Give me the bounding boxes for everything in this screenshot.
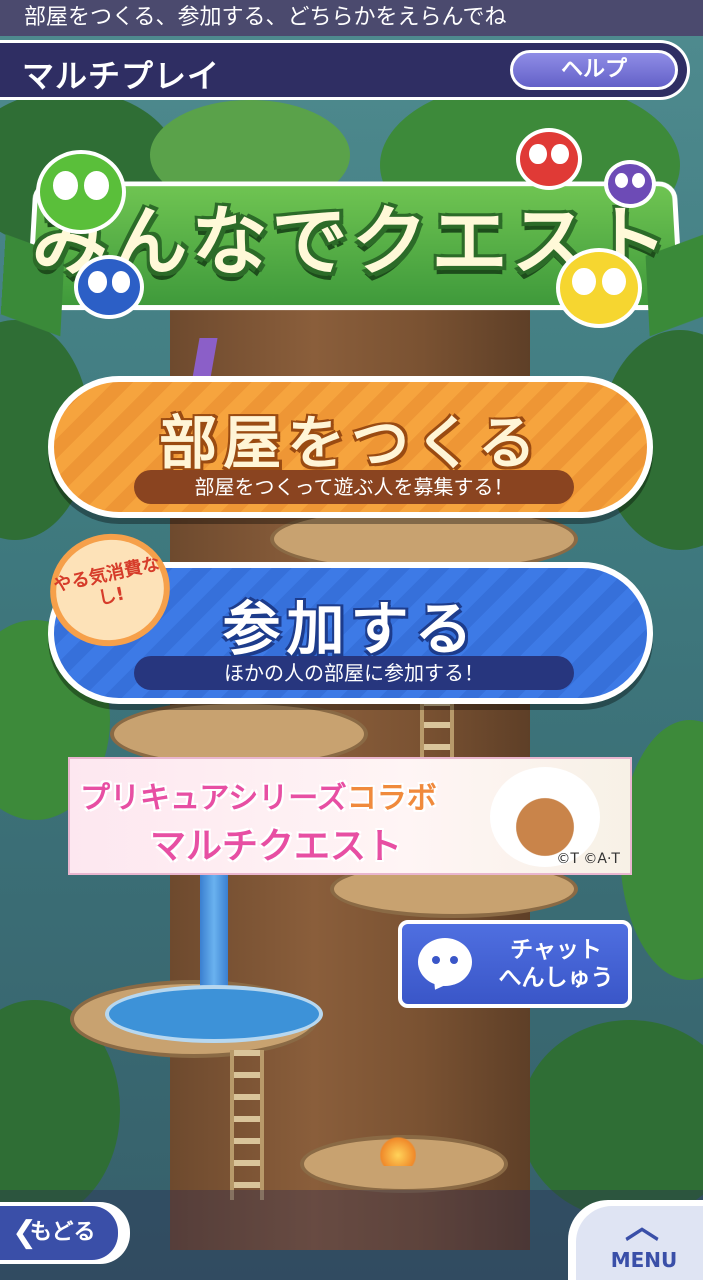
join-room-description: ほかの人の部屋に参加する！ [134, 656, 574, 690]
ladder [230, 1050, 264, 1200]
banner-collab-text: コラボ [346, 781, 437, 816]
purple-puyo-icon [604, 160, 656, 208]
water-pool [105, 985, 323, 1043]
menu-button-inner: ︿ MENU [576, 1206, 703, 1280]
create-room-button[interactable]: 部屋をつくる 部屋をつくって遊ぶ人を募集する！ [48, 376, 653, 518]
back-button[interactable]: ❮ もどる [0, 1202, 130, 1264]
multiplay-screen: 部屋をつくる、参加する、どちらかをえらんでね マルチプレイ ヘルプ みんなでクエ… [0, 0, 703, 1280]
back-label: もどる [30, 1220, 96, 1245]
chevron-up-icon: ︿ [625, 1207, 659, 1247]
help-button[interactable]: ヘルプ [510, 50, 678, 90]
chat-edit-label: チャット へんしゅう [486, 936, 626, 992]
blue-puyo-icon [74, 255, 144, 319]
green-puyo-icon [36, 150, 126, 234]
banner-copyright: ©T ©A·T [556, 851, 620, 867]
banner-subtitle: マルチクエスト [150, 826, 403, 867]
menu-label: MENU [610, 1248, 678, 1272]
page-title: マルチプレイ [22, 58, 221, 94]
waterfall [200, 870, 228, 1000]
chat-bubble-icon [418, 938, 472, 986]
menu-button[interactable]: ︿ MENU [568, 1200, 703, 1280]
create-room-label: 部屋をつくる [159, 409, 542, 477]
chat-edit-label-line1: チャット [510, 937, 602, 963]
yellow-puyo-icon [556, 248, 642, 328]
red-puyo-icon [516, 128, 582, 190]
banner-title: プリキュアシリーズコラボ [80, 773, 437, 817]
chevron-left-icon: ❮ [12, 1215, 38, 1250]
header-bar: マルチプレイ ヘルプ [0, 40, 690, 100]
instruction-text: 部屋をつくる、参加する、どちらかをえらんでね [0, 0, 703, 36]
collab-event-banner[interactable]: プリキュアシリーズコラボ マルチクエスト ©T ©A·T [68, 757, 632, 875]
back-button-inner: ❮ もどる [0, 1206, 118, 1260]
chat-edit-button[interactable]: チャット へんしゅう [398, 920, 632, 1008]
banner-series-text: プリキュアシリーズ [80, 781, 347, 816]
create-room-description: 部屋をつくって遊ぶ人を募集する！ [134, 470, 574, 504]
campfire-icon [380, 1130, 416, 1166]
chat-edit-label-line2: へんしゅう [498, 965, 614, 991]
